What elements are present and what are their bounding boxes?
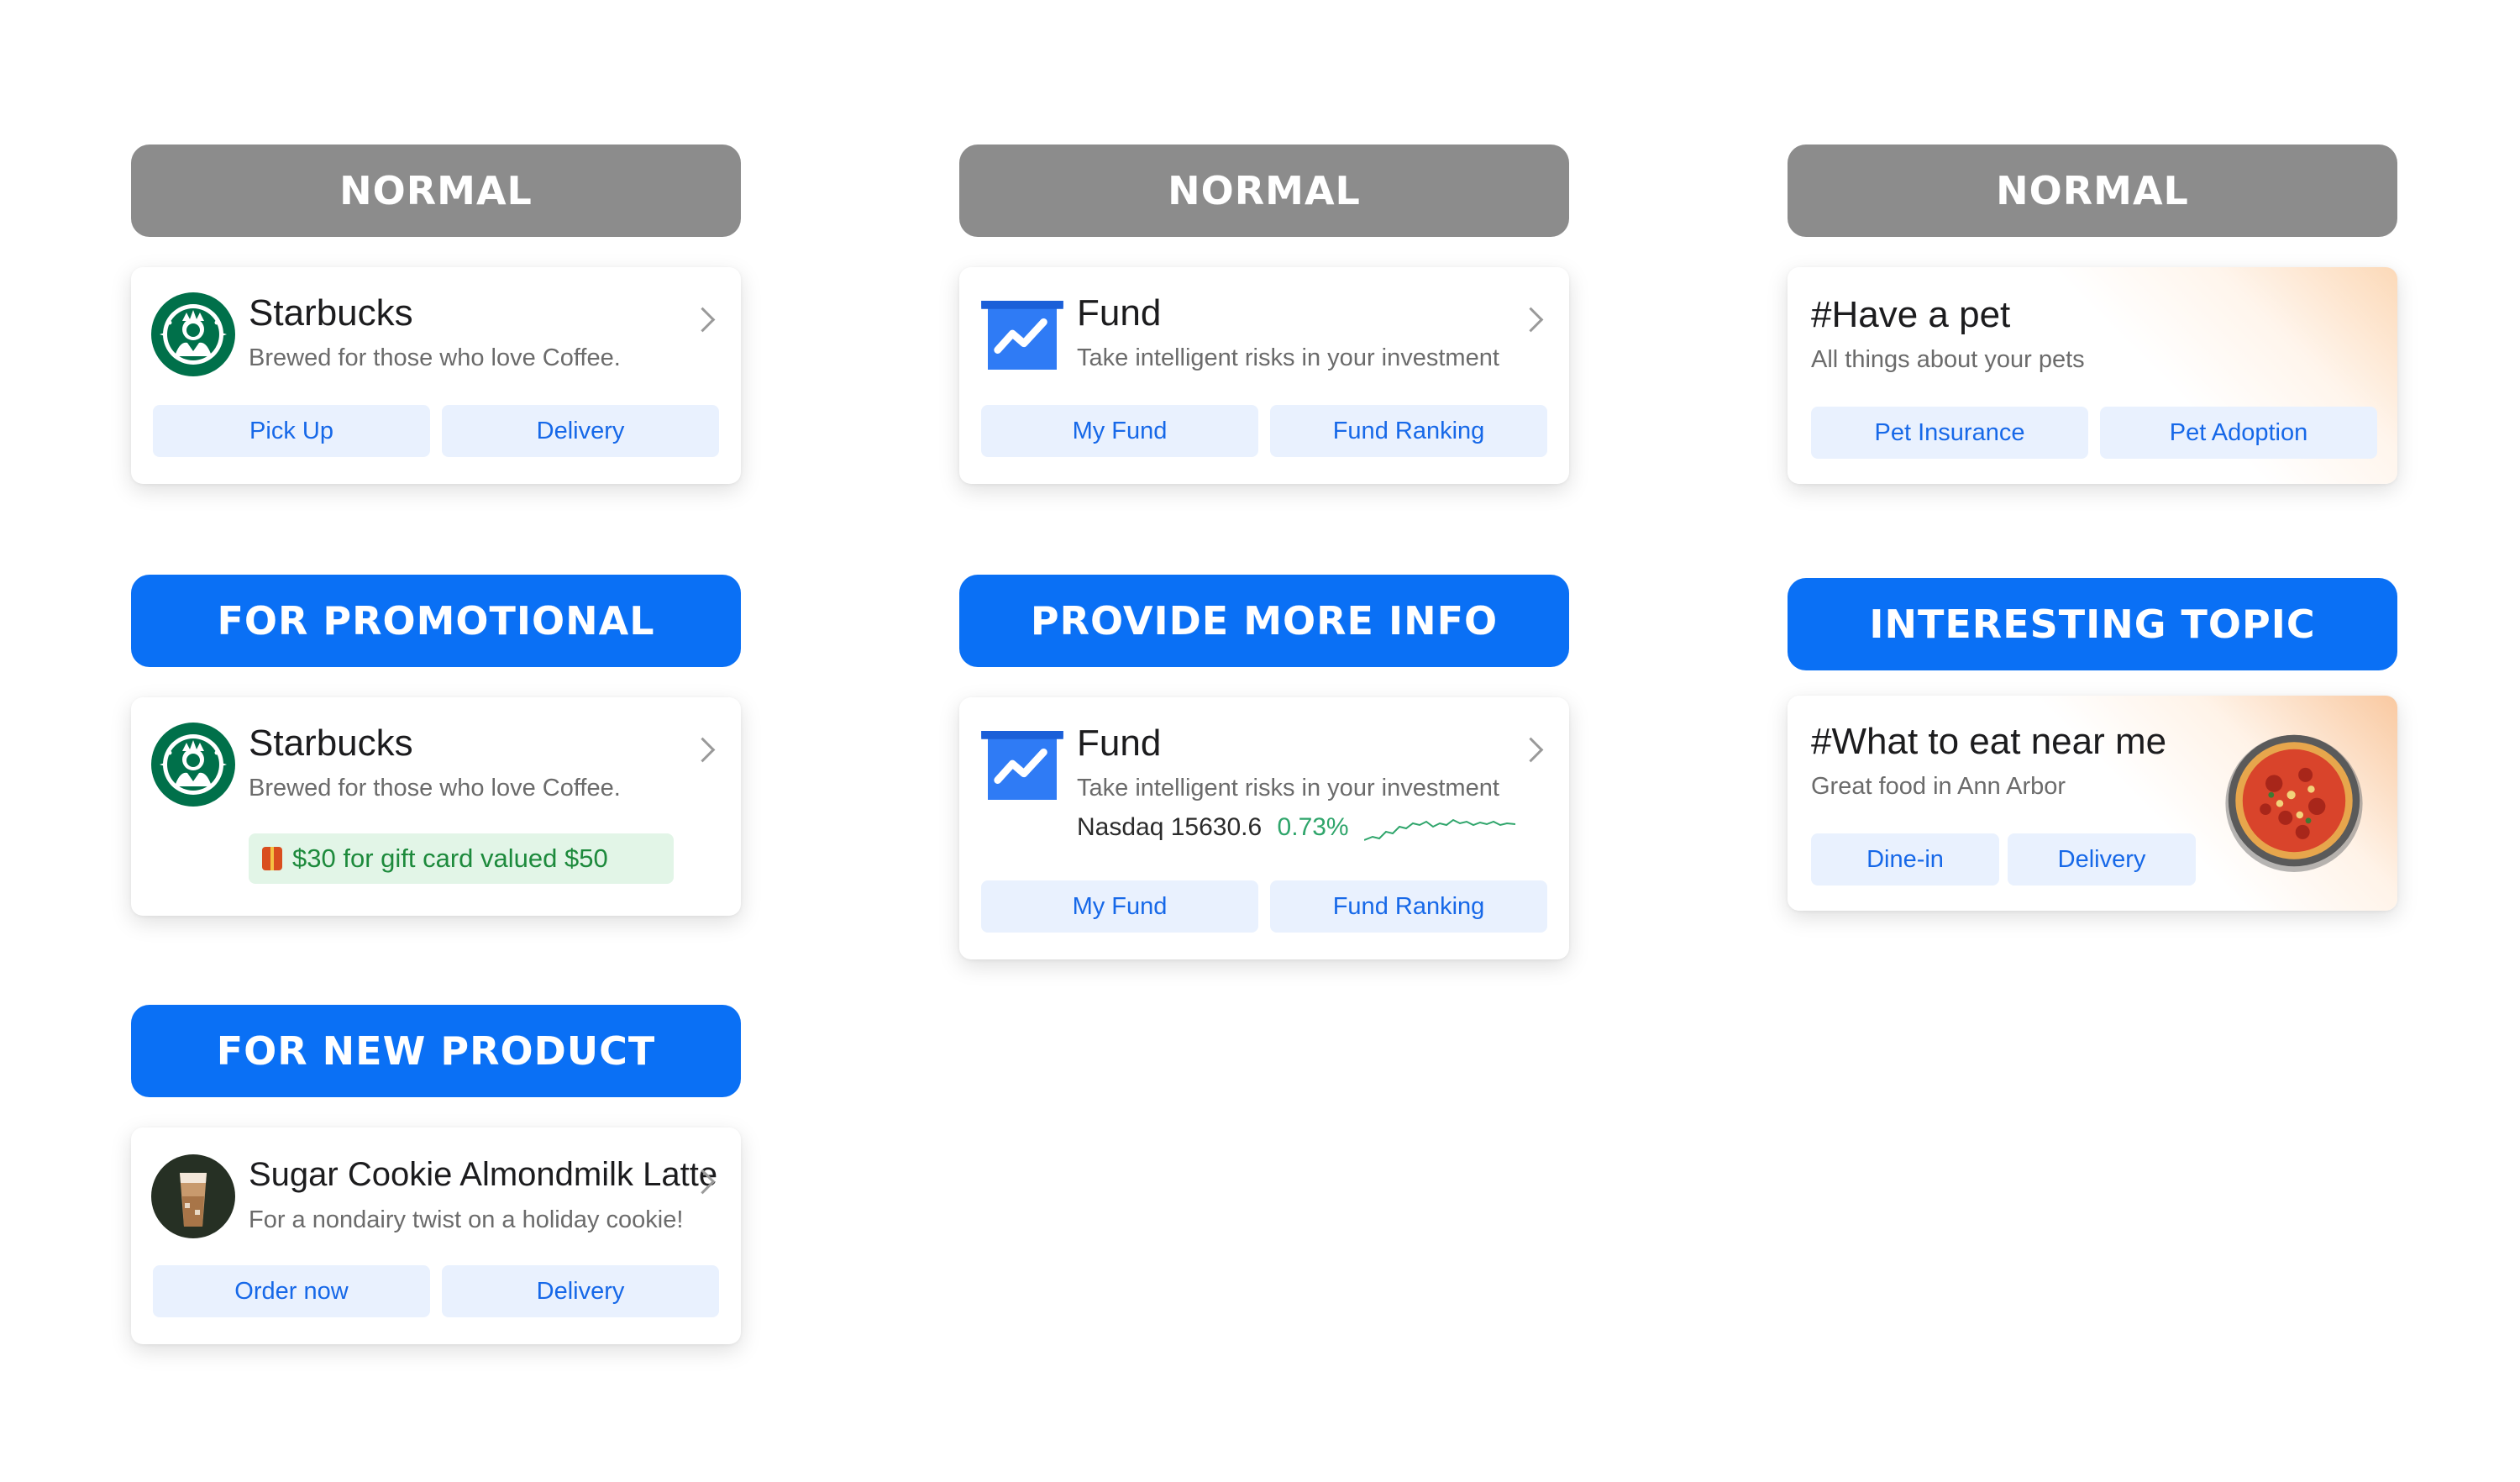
card-title: #Have a pet [1811,294,2011,335]
gift-icon [262,847,282,870]
fund-ranking-button[interactable]: Fund Ranking [1270,405,1547,457]
fund-chart-icon [981,301,1063,370]
delivery-button[interactable]: Delivery [442,1265,719,1317]
order-now-button[interactable]: Order now [153,1265,430,1317]
label-normal-starbucks: NORMAL [131,145,741,237]
card-title: Fund [1077,723,1162,764]
starbucks-logo-icon [151,723,235,807]
chevron-right-icon[interactable] [1518,737,1544,763]
stock-change: 0.73% [1277,813,1349,841]
pet-insurance-button[interactable]: Pet Insurance [1811,407,2088,459]
starbucks-promo-card[interactable]: Starbucks Brewed for those who love Coff… [131,697,741,916]
my-fund-button[interactable]: My Fund [981,405,1258,457]
card-subtitle: Take intelligent risks in your investmen… [1077,775,1499,801]
food-topic-card[interactable]: #What to eat near me Great food in Ann A… [1788,696,2397,911]
label-for-promotional: FOR PROMOTIONAL [131,575,741,667]
dine-in-button[interactable]: Dine-in [1811,833,1999,886]
card-title: Sugar Cookie Almondmilk Latte [249,1156,718,1193]
stock-value: 15630.6 [1170,813,1263,841]
card-subtitle: Brewed for those who love Coffee. [249,775,621,801]
delivery-button[interactable]: Delivery [442,405,719,457]
label-provide-more-info: PROVIDE MORE INFO [959,575,1569,667]
starbucks-logo-icon [151,292,235,376]
starbucks-normal-card[interactable]: Starbucks Brewed for those who love Coff… [131,267,741,484]
card-title: Starbucks [249,723,413,764]
card-title: Starbucks [249,292,413,334]
card-title: #What to eat near me [1811,721,2167,762]
card-subtitle: All things about your pets [1811,346,2085,373]
card-subtitle: Great food in Ann Arbor [1811,773,2066,800]
stock-name: Nasdaq [1077,813,1164,841]
chevron-right-icon[interactable] [1518,307,1544,333]
fund-ranking-button[interactable]: Fund Ranking [1270,880,1547,933]
label-interesting-topic: INTERESTING TOPIC [1788,578,2397,670]
card-subtitle: Brewed for those who love Coffee. [249,344,621,371]
fund-chart-icon [981,731,1063,800]
pet-adoption-button[interactable]: Pet Adoption [2100,407,2377,459]
latte-image-icon [151,1154,235,1238]
sparkline-chart [1364,818,1515,841]
stock-quote: Nasdaq 15630.6 0.73% [1077,813,1349,842]
latte-product-card[interactable]: Sugar Cookie Almondmilk Latte For a nond… [131,1127,741,1344]
pet-topic-card[interactable]: #Have a pet All things about your pets P… [1788,267,2397,484]
my-fund-button[interactable]: My Fund [981,880,1258,933]
card-subtitle: For a nondairy twist on a holiday cookie… [249,1206,684,1233]
chevron-right-icon[interactable] [690,307,716,333]
chevron-right-icon[interactable] [690,737,716,763]
card-subtitle: Take intelligent risks in your investmen… [1077,344,1499,371]
promo-text: $30 for gift card valued $50 [292,843,608,873]
label-normal-pet: NORMAL [1788,145,2397,237]
delivery-button[interactable]: Delivery [2008,833,2196,886]
fund-normal-card[interactable]: Fund Take intelligent risks in your inve… [959,267,1569,484]
fund-info-card[interactable]: Fund Take intelligent risks in your inve… [959,697,1569,959]
pizza-image-icon [2225,734,2363,872]
label-for-new-product: FOR NEW PRODUCT [131,1005,741,1097]
promo-badge[interactable]: $30 for gift card valued $50 [249,833,674,884]
label-normal-fund: NORMAL [959,145,1569,237]
card-title: Fund [1077,292,1162,334]
pick-up-button[interactable]: Pick Up [153,405,430,457]
